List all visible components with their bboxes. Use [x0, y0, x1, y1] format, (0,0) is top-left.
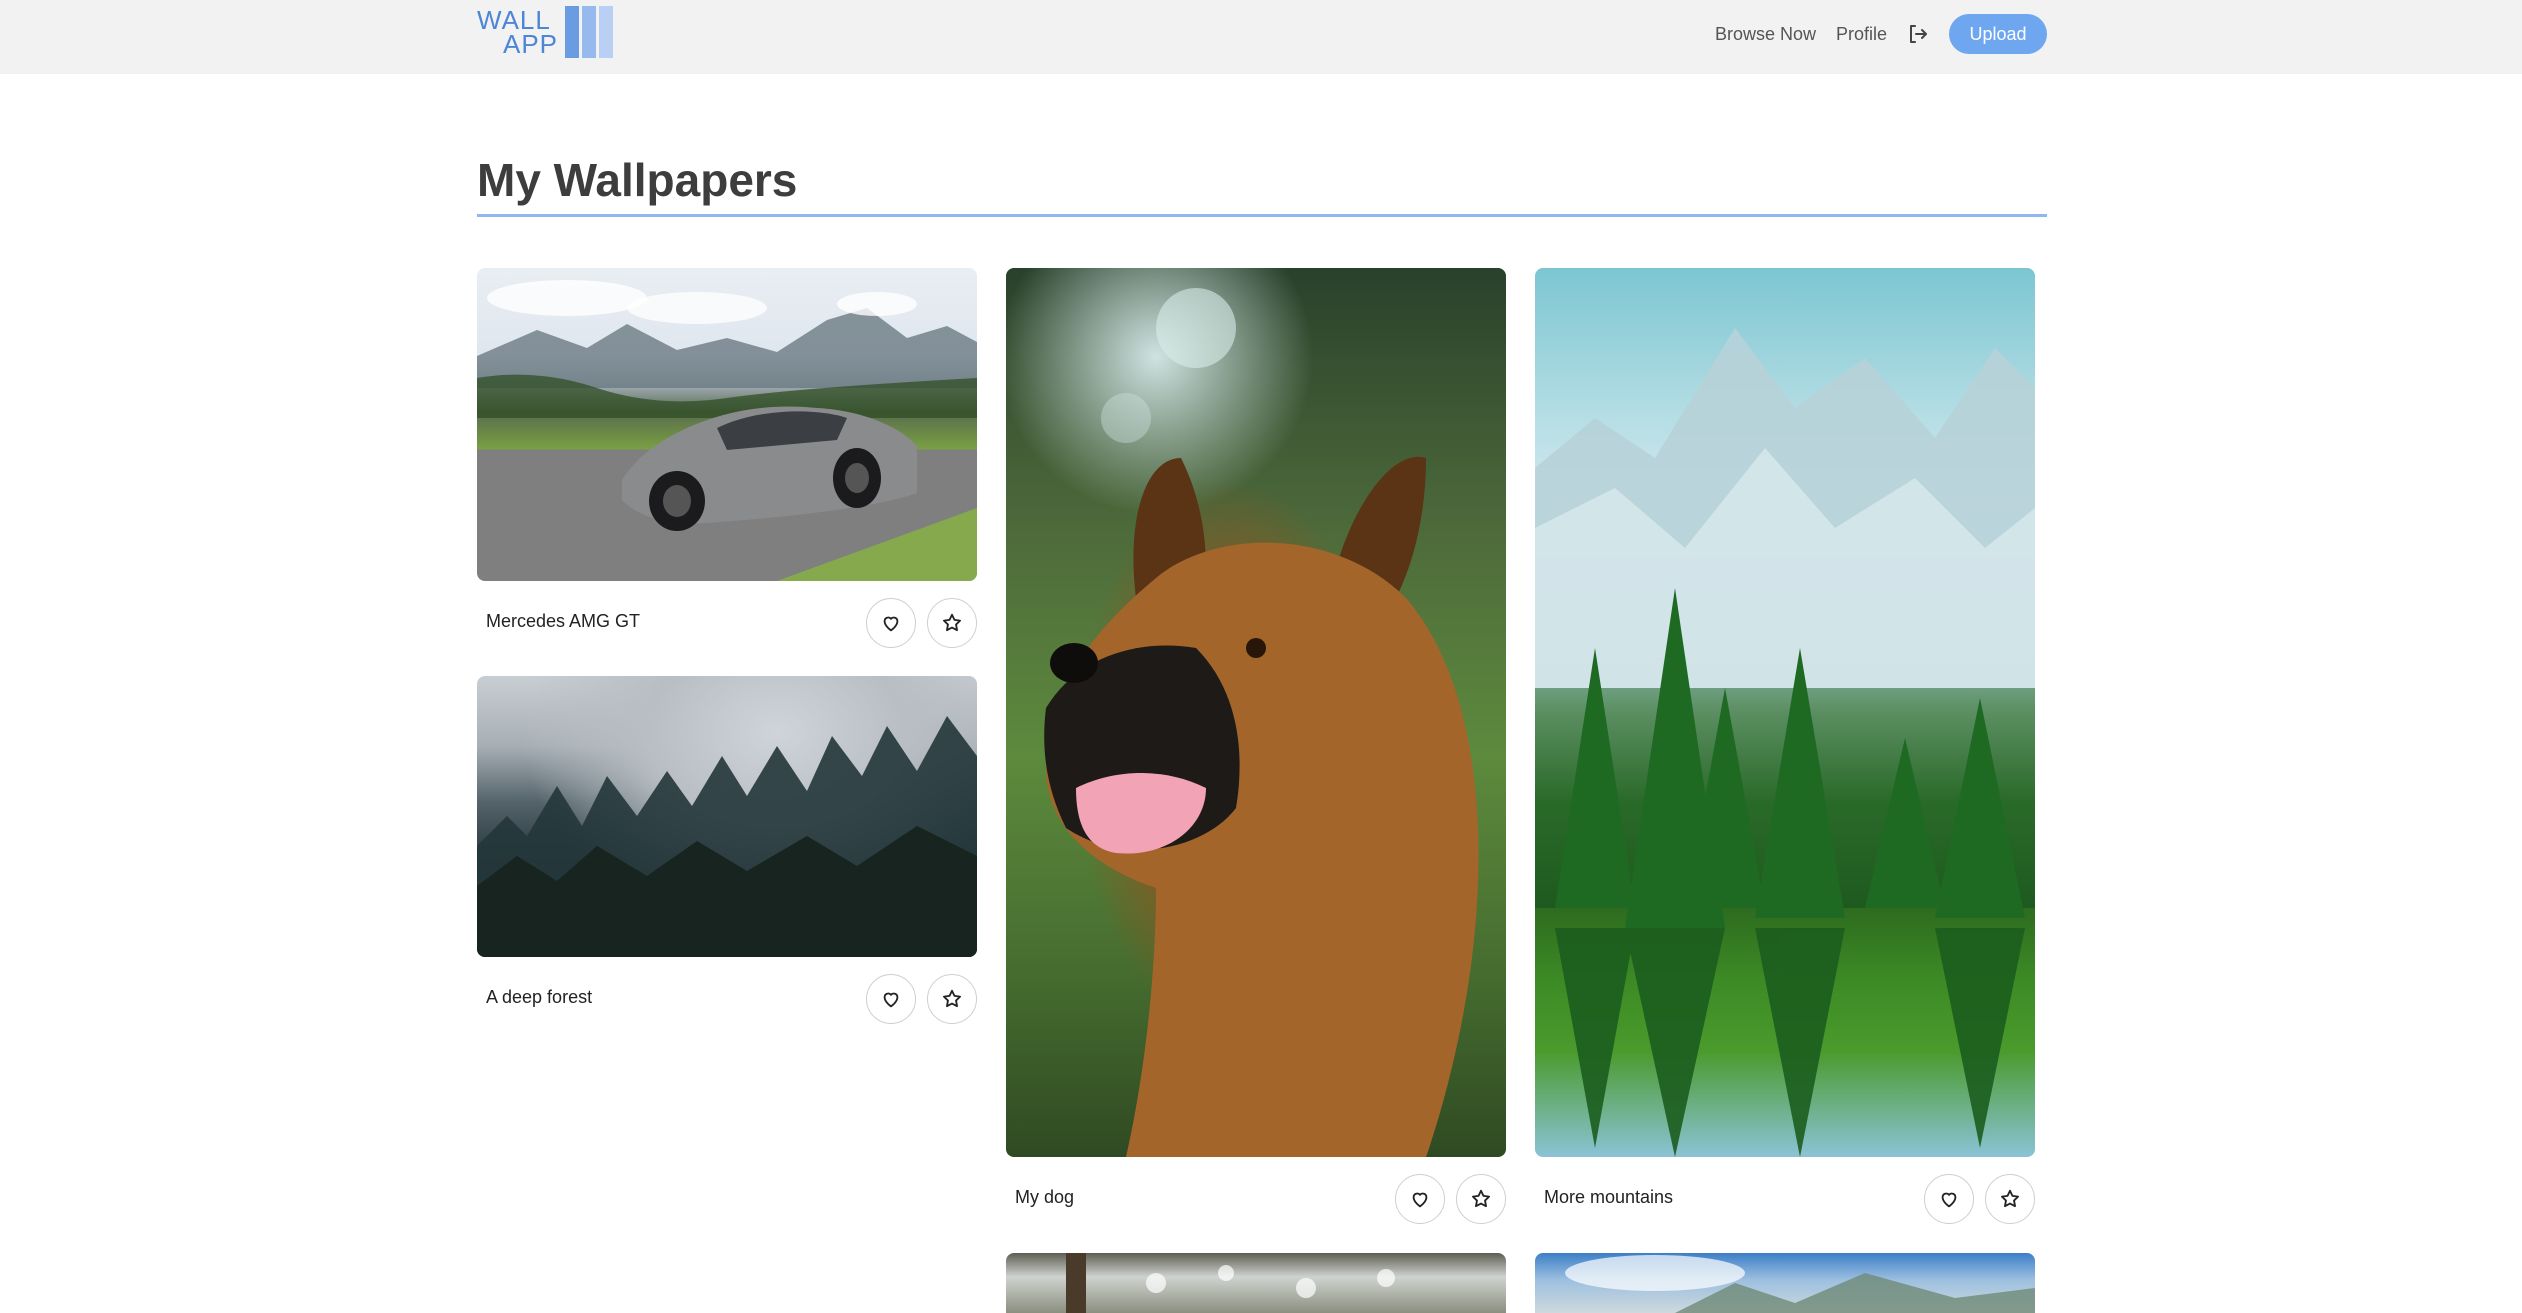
nav-profile[interactable]: Profile — [1836, 22, 1887, 46]
heart-icon — [883, 616, 899, 632]
wallpaper-caption: More mountains — [1544, 1187, 1674, 1207]
wallpaper-image[interactable] — [1006, 268, 1506, 1157]
favorite-button[interactable] — [927, 974, 977, 1024]
wallpaper-card[interactable]: More mountains — [1535, 268, 2035, 1228]
logout-icon[interactable] — [1906, 22, 1930, 46]
star-icon — [943, 613, 961, 632]
lake-photo — [1565, 1255, 2035, 1313]
wallpaper-image[interactable] — [1535, 1253, 2035, 1313]
favorite-button[interactable] — [1456, 1174, 1506, 1224]
wallpaper-card[interactable] — [1535, 1253, 2035, 1313]
forest-photo — [477, 716, 977, 957]
heart-icon — [1412, 1192, 1428, 1208]
logo-bars-graphic — [565, 6, 617, 60]
like-button[interactable] — [866, 598, 916, 648]
nav-browse-now[interactable]: Browse Now — [1715, 22, 1816, 46]
page-title: My Wallpapers — [477, 154, 798, 206]
logo-line-2: APP — [503, 29, 559, 59]
logo-text: WALL APP — [477, 7, 559, 59]
wallpaper-image[interactable] — [1535, 268, 2035, 1157]
wallpaper-caption: A deep forest — [486, 987, 593, 1007]
wallpaper-image[interactable] — [477, 676, 977, 957]
heart-icon — [1941, 1192, 1957, 1208]
heart-icon — [883, 992, 899, 1008]
dog-photo — [1044, 288, 1479, 1157]
top-nav-bar: WALL APP Browse Now Profile Upload — [0, 0, 2522, 74]
wallpaper-card[interactable] — [1006, 1253, 1506, 1313]
wallpaper-image[interactable] — [477, 268, 977, 581]
mountains-photo — [1535, 328, 2035, 1157]
favorite-button[interactable] — [927, 598, 977, 648]
wallpaper-caption: Mercedes AMG GT — [486, 611, 641, 631]
car-photo — [477, 280, 977, 581]
wallpaper-caption: My dog — [1015, 1187, 1075, 1207]
star-icon — [2001, 1189, 2019, 1208]
like-button[interactable] — [1924, 1174, 1974, 1224]
star-icon — [1472, 1189, 1490, 1208]
like-button[interactable] — [866, 974, 916, 1024]
like-button[interactable] — [1395, 1174, 1445, 1224]
flowers-photo — [1066, 1253, 1395, 1313]
title-underline — [477, 214, 2047, 217]
wallpaper-card[interactable]: My dog — [1006, 268, 1506, 1228]
wallpaper-card[interactable]: A deep forest — [477, 676, 977, 1026]
wallpaper-card[interactable]: Mercedes AMG GT — [477, 268, 977, 648]
wallpaper-image[interactable] — [1006, 1253, 1506, 1313]
wallapp-logo[interactable]: WALL APP — [477, 6, 617, 60]
favorite-button[interactable] — [1985, 1174, 2035, 1224]
star-icon — [943, 989, 961, 1008]
upload-button[interactable]: Upload — [1949, 14, 2047, 54]
